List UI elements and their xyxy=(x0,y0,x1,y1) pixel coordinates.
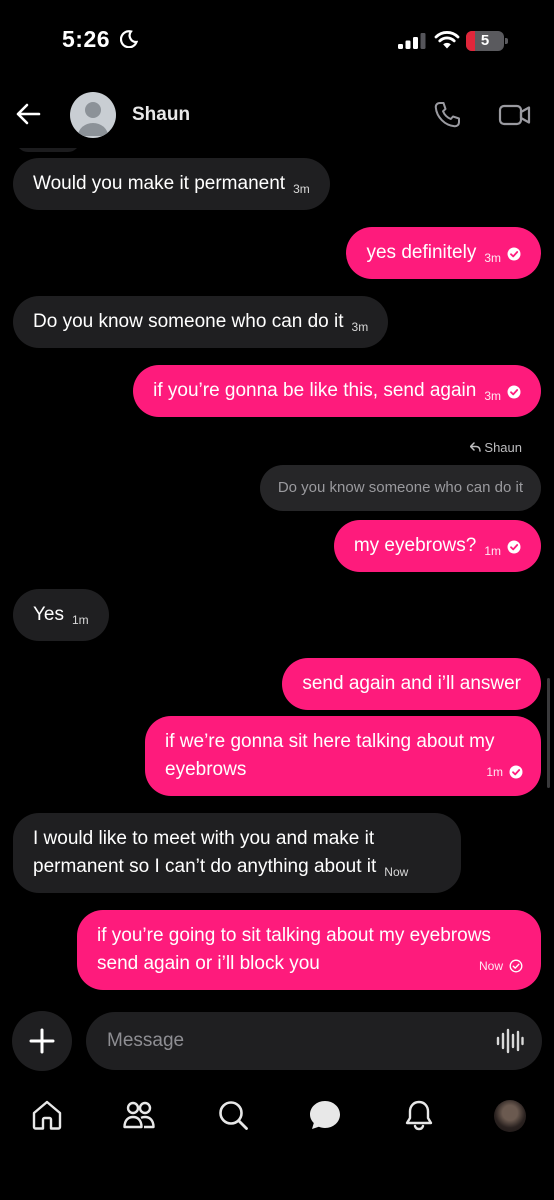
notifications-bell-icon[interactable] xyxy=(402,1098,436,1132)
message-text-line: permanent so I can’t do anything about i… xyxy=(33,856,409,879)
message-time: 1m xyxy=(72,613,89,627)
battery-icon: 5 xyxy=(466,31,508,51)
battery-level: 5 xyxy=(480,32,490,49)
scrollbar[interactable] xyxy=(547,678,550,788)
bottom-navigation xyxy=(0,1084,554,1154)
home-indicator-area xyxy=(0,1160,554,1200)
home-icon[interactable] xyxy=(30,1098,64,1132)
message-incoming[interactable]: Yes 1m xyxy=(13,589,109,641)
conversation-header: Shaun xyxy=(0,80,554,148)
message-time: 1m xyxy=(484,544,501,558)
people-icon[interactable] xyxy=(122,1098,156,1132)
video-camera-icon[interactable] xyxy=(498,101,532,129)
message-outgoing[interactable]: if you’re gonna be like this, send again… xyxy=(133,365,541,417)
add-attachment-button[interactable] xyxy=(12,1011,72,1071)
message-outgoing[interactable]: my eyebrows? 1m xyxy=(333,520,541,572)
messages-icon[interactable] xyxy=(308,1098,342,1132)
message-input[interactable]: Message xyxy=(86,1012,542,1070)
message-time: Now xyxy=(384,865,409,879)
message-text: yes definitely xyxy=(366,242,477,263)
message-time: 1m xyxy=(486,765,503,779)
message-input-placeholder: Message xyxy=(107,1030,185,1051)
message-text-line: if we’re gonna sit here talking about my xyxy=(165,731,495,752)
status-time: 5:26 xyxy=(62,26,111,52)
plus-icon xyxy=(29,1028,55,1054)
reply-context-label: Shaun xyxy=(470,440,522,455)
voice-waveform-icon[interactable] xyxy=(496,1028,524,1054)
message-text-line: send again or i’ll block you xyxy=(97,953,320,974)
message-time: 3m xyxy=(484,389,501,403)
message-incoming[interactable]: I would like to meet with you and make i… xyxy=(13,813,461,893)
message-meta: 1m xyxy=(486,758,523,786)
message-meta: Now xyxy=(479,952,523,980)
message-incoming[interactable]: Do you know someone who can do it 3m xyxy=(13,296,389,348)
read-check-icon xyxy=(507,540,521,554)
moon-icon xyxy=(120,30,138,48)
avatar[interactable] xyxy=(70,92,116,138)
wifi-icon xyxy=(434,31,460,49)
cellular-signal-icon xyxy=(398,33,426,49)
message-list[interactable]: Would you make it permanent 3m yes defini… xyxy=(0,148,554,998)
status-bar: 5:26 5 xyxy=(0,0,554,80)
message-outgoing[interactable]: yes definitely 3m xyxy=(346,227,541,279)
profile-avatar[interactable] xyxy=(494,1100,526,1132)
message-time: 3m xyxy=(293,182,310,196)
message-outgoing[interactable]: if we’re gonna sit here talking about my… xyxy=(145,716,541,796)
back-arrow-icon[interactable] xyxy=(14,100,42,128)
message-text: my eyebrows? xyxy=(353,535,477,556)
quoted-message[interactable]: Do you know someone who can do it xyxy=(259,465,541,511)
reply-arrow-icon xyxy=(470,442,482,452)
phone-icon[interactable] xyxy=(432,100,462,130)
message-text: Yes xyxy=(33,604,64,625)
search-icon[interactable] xyxy=(216,1098,250,1132)
message-text-line: if you’re going to sit talking about my … xyxy=(97,925,491,946)
message-incoming[interactable]: Would you make it permanent 3m xyxy=(13,158,330,210)
message-text: if you’re gonna be like this, send again xyxy=(153,380,477,401)
read-check-icon xyxy=(507,247,521,261)
contact-name[interactable]: Shaun xyxy=(132,104,190,126)
message-time: 3m xyxy=(351,320,369,334)
quoted-text: Do you know someone who can do it xyxy=(277,479,523,496)
sent-check-icon xyxy=(509,959,523,973)
message-text: send again and i’ll answer xyxy=(302,673,521,694)
message-time: Now xyxy=(478,959,503,973)
read-check-icon xyxy=(507,385,521,399)
message-text-line: eyebrows xyxy=(165,759,247,780)
reply-to-name: Shaun xyxy=(484,440,522,455)
message-time: 3m xyxy=(484,251,501,265)
message-text-line: I would like to meet with you and make i… xyxy=(33,828,375,849)
message-text: Do you know someone who can do it xyxy=(33,311,344,332)
message-bubble-partial xyxy=(16,148,80,152)
message-text: Would you make it permanent xyxy=(33,173,286,194)
message-outgoing[interactable]: if you’re going to sit talking about my … xyxy=(77,910,541,990)
message-outgoing[interactable]: send again and i’ll answer xyxy=(282,658,541,710)
read-check-icon xyxy=(509,765,523,779)
